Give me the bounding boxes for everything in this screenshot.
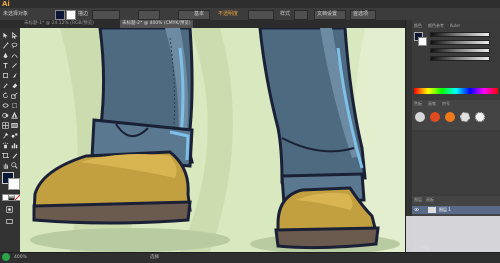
column-graph-tool-icon[interactable] [11,142,18,149]
type-tool-icon[interactable] [2,62,9,69]
tab-layers[interactable]: 图层 [414,196,422,203]
tab-document-2[interactable]: 未标题-2* @ 400% (CMYK/预览) [120,20,193,28]
tab-artboards[interactable]: 画板 [426,196,434,203]
right-panel-dock: 颜色 颜色参考 Kuler 色板 画笔 符号 图层 画板 图层 1 1 个图层 [405,20,500,252]
layer-name[interactable]: 图层 1 [439,206,451,213]
screen-mode-icon[interactable] [6,218,13,225]
tab-symbols[interactable]: 符号 [442,100,450,107]
tools-panel [0,28,21,252]
tab-kuler[interactable]: Kuler [450,22,460,29]
right-shoe-sole [274,226,380,250]
panel-empty-area [412,132,500,194]
brush-swatch[interactable] [430,112,440,122]
pen-tool-icon[interactable] [2,52,9,59]
slice-tool-icon[interactable] [11,152,18,159]
eraser-tool-icon[interactable] [11,82,18,89]
status-logo-icon [2,253,10,261]
selection-label: 未选择对象 [3,11,29,17]
layer-thumbnail [428,207,436,213]
magic-wand-tool-icon[interactable] [2,42,9,49]
blend-tool-icon[interactable] [11,132,18,139]
selection-tool-icon[interactable] [2,32,9,39]
lasso-tool-icon[interactable] [11,42,18,49]
tab-brushes[interactable]: 画笔 [428,100,436,107]
artwork-illustration [30,28,405,252]
draw-mode-icon[interactable] [6,206,13,213]
stroke-swatch-button[interactable] [66,10,76,20]
menu-bar [0,0,500,8]
mesh-tool-icon[interactable] [2,122,9,129]
brush-swatch[interactable] [445,112,455,122]
panel-stroke-swatch[interactable] [418,37,427,46]
rotate-tool-icon[interactable] [2,92,9,99]
brush-swatch[interactable] [475,112,485,122]
blue-channel-slider[interactable] [430,48,490,53]
style-label: 样式 [280,11,291,17]
tab-document-1[interactable]: 未标题-1* @ 24.12% (RGB/预览) [22,20,96,28]
zoom-level[interactable]: 400% [14,254,27,261]
doc-setup-label: 文档设置 [317,11,338,17]
line-tool-icon[interactable] [11,62,18,69]
status-bar [0,252,500,263]
scale-tool-icon[interactable] [11,92,18,99]
opacity-field[interactable] [248,10,274,20]
eye-icon[interactable] [414,207,419,212]
tab-swatches[interactable]: 色板 [414,100,422,107]
app-logo: Ai [2,0,10,8]
tab-color[interactable]: 颜色 [414,22,422,29]
brush-label: 基本 [194,11,205,17]
watermark-overlay [406,216,500,252]
ground-shadow [30,228,230,252]
color-spectrum[interactable] [414,88,498,94]
prefs-label: 首选项 [353,11,369,17]
free-transform-tool-icon[interactable] [11,102,18,109]
zoom-tool-icon[interactable] [11,162,18,169]
style-select[interactable] [294,10,308,20]
direct-selection-tool-icon[interactable] [11,32,18,39]
symbol-sprayer-tool-icon[interactable] [2,142,9,149]
artboard-canvas[interactable] [20,28,405,252]
rectangle-tool-icon[interactable] [2,72,9,79]
fill-swatch-button[interactable] [55,10,65,20]
stroke-color-button[interactable] [8,178,20,190]
layer-row[interactable] [412,206,500,214]
brush-swatch[interactable] [460,112,470,122]
shape-builder-tool-icon[interactable] [2,112,9,119]
perspective-grid-tool-icon[interactable] [11,112,18,119]
width-tool-icon[interactable] [2,102,9,109]
red-channel-slider[interactable] [430,32,490,37]
gradient-tool-icon[interactable] [11,122,18,129]
eyedropper-tool-icon[interactable] [2,132,9,139]
alpha-channel-slider[interactable] [430,56,490,61]
curvature-tool-icon[interactable] [11,52,18,59]
brush-swatch[interactable] [415,112,425,122]
brushes-panel [412,100,500,130]
right-jeans-leg [258,28,367,184]
tab-color-guide[interactable]: 颜色参考 [428,22,444,29]
artboard-tool-icon[interactable] [2,152,9,159]
pencil-tool-icon[interactable] [2,82,9,89]
green-channel-slider[interactable] [430,40,490,45]
variable-width-select[interactable] [138,10,160,20]
stroke-weight-field[interactable] [92,10,120,20]
current-tool-label: 选择 [150,255,159,260]
opacity-label[interactable]: 不透明度 [218,10,238,19]
stroke-label: 描边 [78,11,89,17]
paintbrush-tool-icon[interactable] [11,72,18,79]
left-shoe-sole [32,200,192,225]
hand-tool-icon[interactable] [2,162,9,169]
